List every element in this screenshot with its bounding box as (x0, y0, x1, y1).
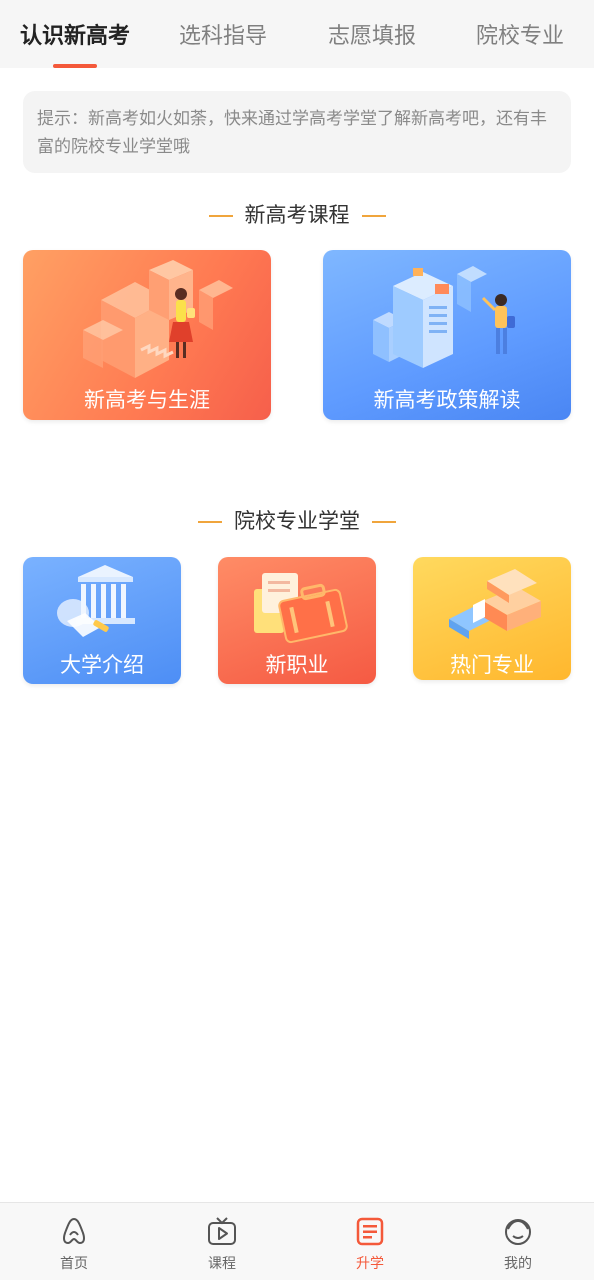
school-card-hot-majors[interactable]: 热门专业 (413, 557, 571, 680)
face-icon (505, 1219, 531, 1245)
course-card-policy[interactable]: 新高考政策解读 (323, 250, 571, 420)
nav-item-home[interactable]: 首页 (0, 1203, 148, 1280)
section-dash-right (372, 521, 396, 523)
section-title-schools: 院校专业学堂 (0, 505, 594, 535)
school-card-hot-majors-label: 热门专业 (450, 653, 534, 677)
video-icon (208, 1217, 236, 1245)
active-tab-indicator (53, 64, 97, 68)
nav-label-home: 首页 (60, 1256, 88, 1272)
school-card-new-careers[interactable]: 新职业 (218, 557, 376, 684)
school-card-university-intro[interactable]: 大学介绍 (23, 557, 181, 684)
tab-subject-selection[interactable]: 选科指导 (179, 18, 267, 50)
course-card-career-label: 新高考与生涯 (84, 388, 210, 412)
tip-banner: 提示：新高考如火如荼，快来通过学高考学堂了解新高考吧，还有丰富的院校专业学堂哦 (23, 91, 571, 173)
home-icon (63, 1217, 85, 1245)
tip-text: 提示：新高考如火如荼，快来通过学高考学堂了解新高考吧，还有丰富的院校专业学堂哦 (37, 109, 547, 157)
nav-item-mine[interactable]: 我的 (444, 1203, 592, 1280)
document-icon (356, 1217, 384, 1246)
section-dash-right (361, 215, 386, 217)
page: 认识新高考 选科指导 志愿填报 院校专业 提示：新高考如火如荼，快来通过学高考学… (0, 0, 594, 1280)
course-card-policy-label: 新高考政策解读 (373, 388, 521, 412)
section-dash-left (198, 521, 222, 523)
section-title-courses: 新高考课程 (0, 199, 594, 229)
nav-label-courses: 课程 (208, 1256, 236, 1272)
tab-application-filling[interactable]: 志愿填报 (328, 18, 416, 50)
section-dash-left (208, 215, 233, 217)
school-card-new-careers-label: 新职业 (265, 653, 329, 677)
school-card-university-intro-label: 大学介绍 (60, 653, 144, 677)
top-tab-bar: 认识新高考 选科指导 志愿填报 院校专业 (0, 0, 594, 68)
tab-schools-majors[interactable]: 院校专业 (476, 18, 564, 50)
tab-know-new-gaokao[interactable]: 认识新高考 (20, 18, 130, 50)
nav-label-admissions: 升学 (356, 1256, 384, 1272)
nav-label-mine: 我的 (504, 1256, 532, 1272)
bottom-nav-bar: 首页 课程 升学 我的 (0, 1202, 594, 1280)
section-title-schools-text: 院校专业学堂 (234, 509, 360, 533)
nav-item-courses[interactable]: 课程 (148, 1203, 296, 1280)
section-title-courses-text: 新高考课程 (244, 203, 350, 227)
course-card-career[interactable]: 新高考与生涯 (23, 250, 271, 420)
nav-item-admissions[interactable]: 升学 (296, 1203, 444, 1280)
